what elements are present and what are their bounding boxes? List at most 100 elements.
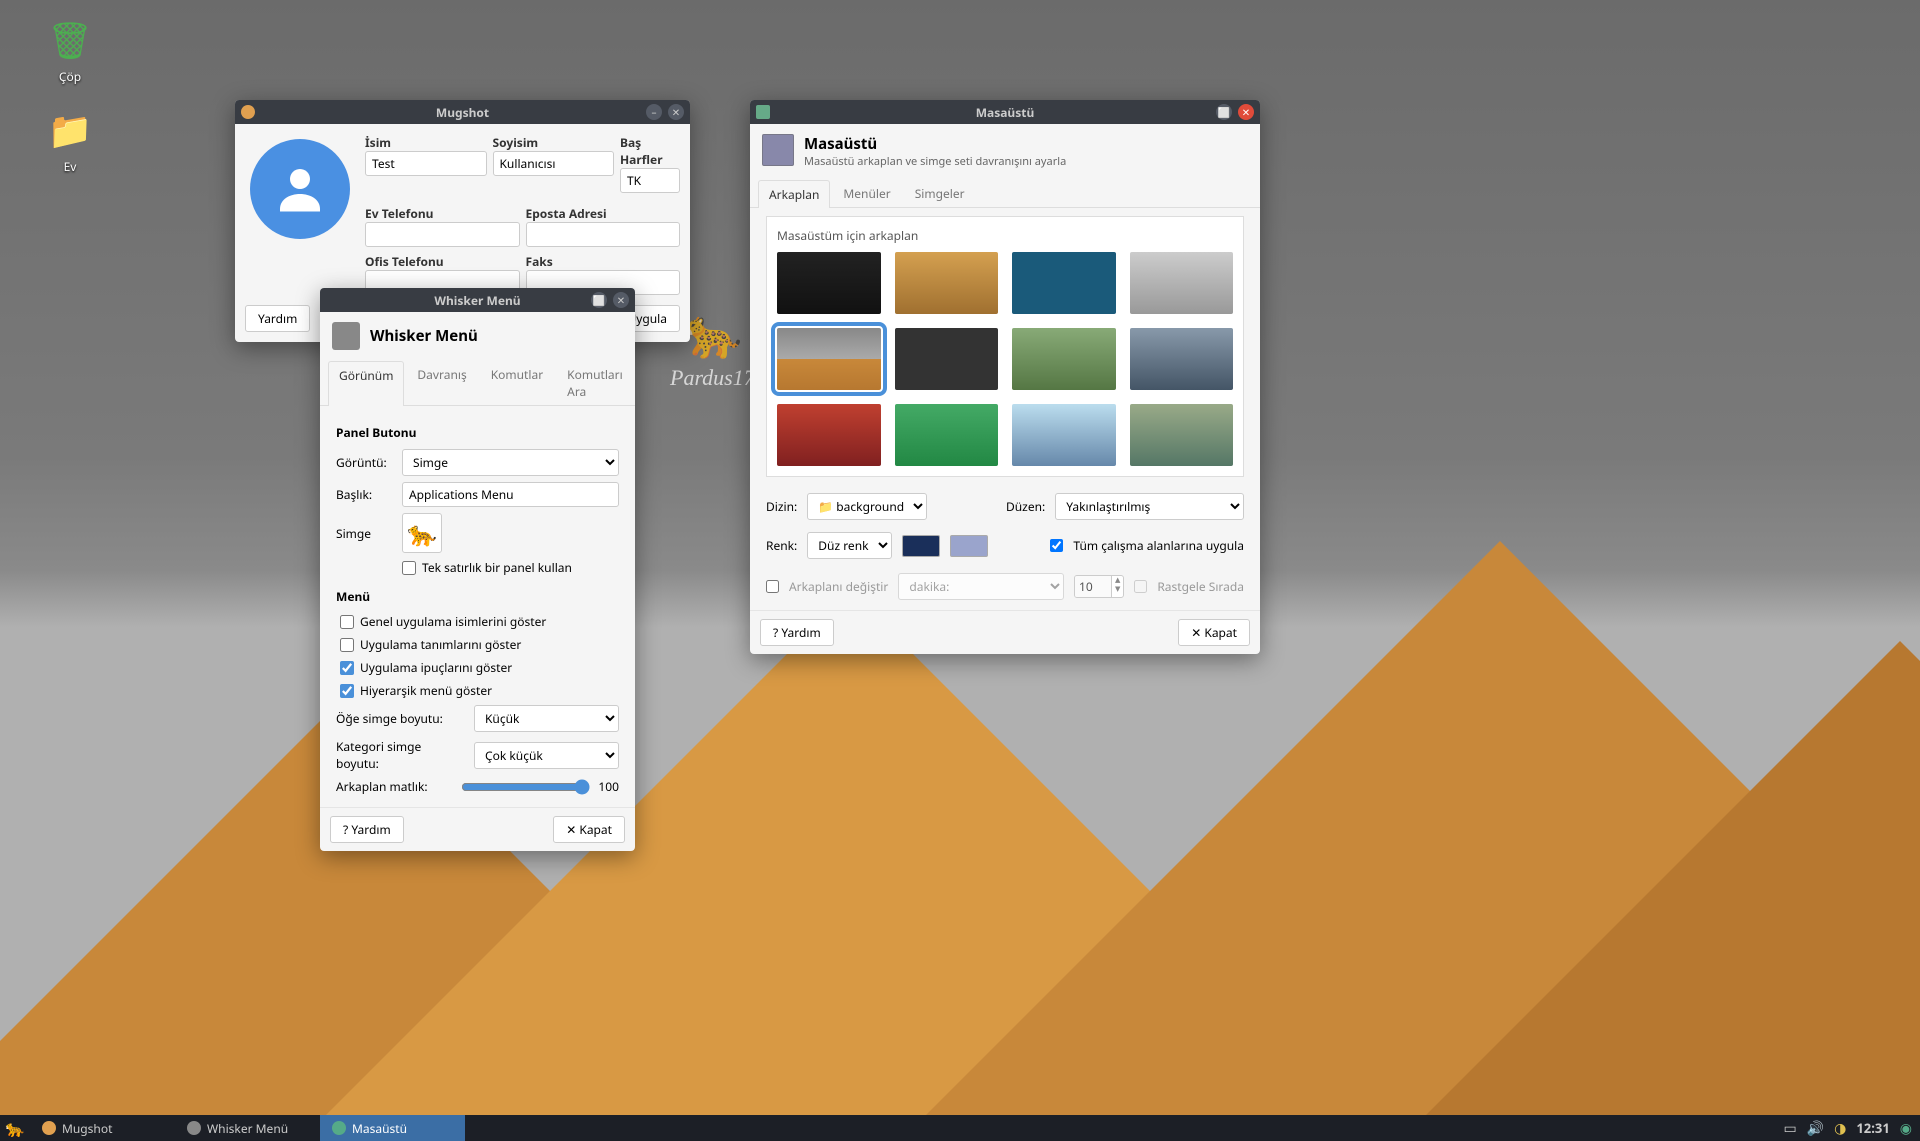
item-icon-size-select[interactable]: Küçük [474, 705, 619, 732]
wallpaper-thumb[interactable] [777, 252, 881, 314]
icon-chooser[interactable]: 🐆 [402, 513, 442, 553]
folder-label: Dizin: [766, 498, 797, 515]
initials-input[interactable] [620, 168, 680, 193]
wallpaper-thumb[interactable] [777, 328, 881, 390]
mugshot-titlebar[interactable]: Mugshot – ✕ [235, 100, 690, 124]
single-row-label: Tek satırlık bir panel kullan [422, 559, 572, 576]
home-desktop-icon[interactable]: 📁 Ev [30, 105, 110, 175]
item-icon-size-label: Öğe simge boyutu: [336, 710, 466, 727]
whisker-tabs: Görünüm Davranış Komutlar Komutları Ara [320, 360, 635, 406]
home-phone-label: Ev Telefonu [365, 205, 520, 222]
maximize-button[interactable]: ⬜ [591, 292, 607, 308]
title-input[interactable] [402, 482, 619, 507]
wallpaper-thumb[interactable] [1130, 252, 1234, 314]
random-label: Rastgele Sırada [1157, 578, 1244, 595]
close-button[interactable]: ✕ [668, 104, 684, 120]
interval-spinner[interactable]: ▲▼ [1074, 575, 1124, 598]
interval-input[interactable] [1075, 576, 1111, 597]
help-button[interactable]: ? Yardım [760, 619, 834, 646]
close-button[interactable]: ✕ Kapat [1178, 619, 1250, 646]
apply-all-checkbox[interactable] [1050, 539, 1063, 552]
show-generic-checkbox[interactable] [340, 615, 354, 629]
wallpaper-thumb[interactable] [1012, 252, 1116, 314]
whisker-header-title: Whisker Menü [370, 326, 478, 346]
maximize-button[interactable]: ⬜ [1216, 104, 1232, 120]
wallpaper-thumb[interactable] [1130, 328, 1234, 390]
color1-swatch[interactable] [902, 535, 940, 557]
menu-section: Menü [336, 588, 619, 605]
style-label: Düzen: [1006, 498, 1045, 515]
clock[interactable]: 12:31 [1856, 1119, 1889, 1137]
wallpaper-thumb[interactable] [1012, 328, 1116, 390]
wallpaper-thumb[interactable] [895, 404, 999, 466]
fax-label: Faks [526, 253, 681, 270]
display-select[interactable]: Simge [402, 449, 619, 476]
trash-desktop-icon[interactable]: 🗑 Çöp [30, 15, 110, 85]
desktop-settings-titlebar[interactable]: Masaüstü ⬜ ✕ [750, 100, 1260, 124]
taskbar-item[interactable]: Mugshot [30, 1115, 175, 1141]
tab-search-commands[interactable]: Komutları Ara [556, 360, 634, 405]
single-row-checkbox[interactable] [402, 561, 416, 575]
chevron-up-icon[interactable]: ▲ [1112, 576, 1123, 585]
show-hierarchy-checkbox[interactable] [340, 684, 354, 698]
session-icon[interactable]: ◉ [1900, 1119, 1912, 1138]
email-label: Eposta Adresi [526, 205, 681, 222]
desktop-app-icon [756, 105, 770, 119]
random-checkbox[interactable] [1134, 580, 1147, 593]
avatar-button[interactable] [250, 139, 350, 239]
show-tooltips-label: Uygulama ipuçlarını göster [360, 659, 512, 676]
show-desktop-icon[interactable]: ▭ [1783, 1119, 1796, 1138]
change-bg-label: Arkaplanı değiştir [789, 578, 888, 595]
last-name-label: Soyisim [493, 134, 615, 151]
whisker-titlebar[interactable]: Whisker Menü ⬜ ✕ [320, 288, 635, 312]
show-desc-checkbox[interactable] [340, 638, 354, 652]
tab-menus[interactable]: Menüler [832, 179, 901, 207]
tab-icons[interactable]: Simgeler [904, 179, 976, 207]
wallpaper-thumb[interactable] [777, 404, 881, 466]
updater-icon[interactable]: ◑ [1834, 1119, 1846, 1138]
wallpaper-thumb[interactable] [895, 328, 999, 390]
wallpaper-thumb[interactable] [1130, 404, 1234, 466]
show-tooltips-checkbox[interactable] [340, 661, 354, 675]
taskbar-item[interactable]: Masaüstü [320, 1115, 465, 1141]
tab-background[interactable]: Arkaplan [758, 180, 830, 208]
minimize-button[interactable]: – [646, 104, 662, 120]
home-phone-input[interactable] [365, 222, 520, 247]
cat-icon-size-select[interactable]: Çok küçük [474, 742, 619, 769]
help-button[interactable]: Yardım [245, 305, 310, 332]
close-button[interactable]: ✕ [1238, 104, 1254, 120]
display-label: Görüntü: [336, 454, 394, 471]
color2-swatch[interactable] [950, 535, 988, 557]
tab-behavior[interactable]: Davranış [406, 360, 477, 405]
start-menu-button[interactable]: 🐆 [0, 1117, 30, 1139]
wallpaper-thumb[interactable] [1012, 404, 1116, 466]
whisker-title: Whisker Menü [320, 292, 635, 309]
taskbar-item-label: Whisker Menü [207, 1120, 288, 1137]
whisker-window: Whisker Menü ⬜ ✕ Whisker Menü Görünüm Da… [320, 288, 635, 851]
color-mode-select[interactable]: Düz renk [807, 532, 892, 559]
last-name-input[interactable] [493, 151, 615, 176]
wallpaper-thumb[interactable] [895, 252, 999, 314]
desktop-header-title: Masaüstü [804, 134, 1066, 154]
style-select[interactable]: Yakınlaştırılmış [1055, 493, 1244, 520]
desktop-header-icon [762, 134, 794, 166]
tab-appearance[interactable]: Görünüm [328, 361, 404, 406]
home-label: Ev [30, 158, 110, 175]
taskbar-item[interactable]: Whisker Menü [175, 1115, 320, 1141]
change-bg-checkbox[interactable] [766, 580, 779, 593]
email-input[interactable] [526, 222, 681, 247]
opacity-slider[interactable] [461, 779, 590, 795]
close-button[interactable]: ✕ [613, 292, 629, 308]
close-button[interactable]: ✕ Kapat [553, 816, 625, 843]
tab-commands[interactable]: Komutlar [480, 360, 554, 405]
office-phone-label: Ofis Telefonu [365, 253, 520, 270]
trash-label: Çöp [30, 68, 110, 85]
help-button[interactable]: ? Yardım [330, 816, 404, 843]
volume-icon[interactable]: 🔊 [1807, 1119, 1824, 1138]
mugshot-title: Mugshot [235, 104, 690, 121]
chevron-down-icon[interactable]: ▼ [1112, 585, 1123, 594]
folder-select[interactable]: 📁 backgroundsbackgrounds [807, 493, 927, 520]
first-name-input[interactable] [365, 151, 487, 176]
interval-unit-select[interactable]: dakika: [898, 573, 1064, 600]
color-label: Renk: [766, 537, 797, 554]
